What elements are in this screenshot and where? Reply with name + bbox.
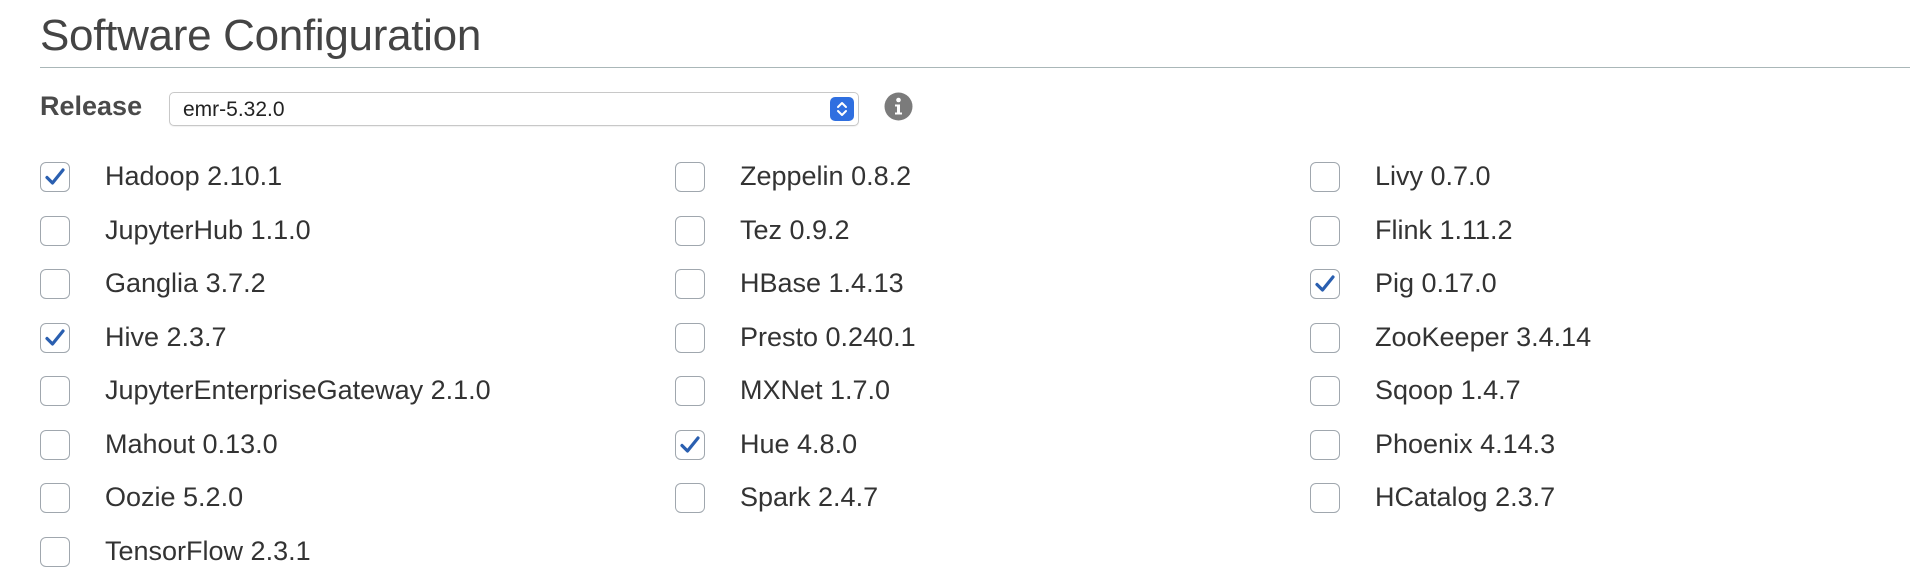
checkmark-icon [45, 328, 65, 346]
application-option[interactable]: Spark 2.4.7 [675, 480, 1275, 520]
application-label: Tez 0.9.2 [740, 214, 850, 245]
checkbox[interactable] [675, 376, 705, 406]
application-label: Sqoop 1.4.7 [1375, 375, 1521, 405]
application-option[interactable]: Mahout 0.13.0 [40, 427, 640, 467]
application-option[interactable]: ZooKeeper 3.4.14 [1310, 320, 1910, 360]
application-label: Hue 4.8.0 [740, 428, 858, 459]
application-label: Zeppelin 0.8.2 [740, 161, 912, 191]
application-option[interactable]: Ganglia 3.7.2 [40, 266, 640, 306]
application-label: Spark 2.4.7 [740, 482, 879, 512]
checkmark-icon [1315, 275, 1335, 292]
application-label: Hive 2.3.7 [105, 321, 227, 352]
application-label: Pig 0.17.0 [1375, 268, 1497, 298]
application-option[interactable]: TensorFlow 2.3.1 [40, 534, 640, 574]
application-label: Livy 0.7.0 [1375, 161, 1491, 191]
checkbox[interactable] [675, 162, 705, 192]
application-option[interactable]: JupyterEnterpriseGateway 2.1.0 [40, 373, 640, 413]
checkbox[interactable] [675, 269, 705, 299]
section-divider [40, 67, 1910, 68]
release-select[interactable]: emr-5.32.0 [169, 92, 859, 126]
application-label: Flink 1.11.2 [1375, 214, 1513, 245]
application-option[interactable]: Hue 4.8.0 [675, 427, 1275, 467]
application-option[interactable]: Phoenix 4.14.3 [1310, 427, 1910, 467]
checkbox[interactable] [1310, 269, 1340, 299]
checkbox[interactable] [675, 322, 705, 353]
select-arrows-icon [830, 97, 854, 121]
checkbox[interactable] [40, 536, 70, 567]
section-title: Software Configuration [40, 11, 481, 60]
checkbox[interactable] [40, 269, 70, 299]
application-option[interactable]: Tez 0.9.2 [675, 213, 1275, 253]
application-option[interactable]: MXNet 1.7.0 [675, 373, 1275, 413]
application-option[interactable]: Livy 0.7.0 [1310, 159, 1910, 199]
checkbox[interactable] [1310, 429, 1340, 460]
application-label: MXNet 1.7.0 [740, 375, 891, 405]
application-option[interactable]: Sqoop 1.4.7 [1310, 373, 1910, 413]
application-option[interactable]: Hive 2.3.7 [40, 320, 640, 360]
application-option[interactable]: Presto 0.240.1 [675, 320, 1275, 360]
application-label: Ganglia 3.7.2 [105, 268, 266, 298]
checkbox[interactable] [1310, 483, 1340, 513]
info-icon[interactable] [884, 92, 913, 121]
checkbox[interactable] [40, 483, 70, 513]
release-select-value: emr-5.32.0 [183, 98, 285, 121]
application-label: Oozie 5.2.0 [105, 482, 244, 512]
application-option[interactable]: Zeppelin 0.8.2 [675, 159, 1275, 199]
checkbox[interactable] [40, 215, 70, 246]
application-option[interactable]: Hadoop 2.10.1 [40, 159, 640, 199]
checkbox[interactable] [1310, 322, 1340, 353]
release-label: Release [40, 91, 143, 121]
application-label: JupyterEnterpriseGateway 2.1.0 [105, 375, 491, 405]
application-label: Presto 0.240.1 [740, 321, 916, 352]
checkbox[interactable] [1310, 376, 1340, 406]
application-option[interactable]: Pig 0.17.0 [1310, 266, 1910, 306]
application-label: TensorFlow 2.3.1 [105, 535, 311, 566]
checkmark-icon [45, 168, 65, 185]
application-label: HBase 1.4.13 [740, 268, 904, 298]
application-label: Mahout 0.13.0 [105, 428, 278, 459]
application-option[interactable]: Flink 1.11.2 [1310, 213, 1910, 253]
application-label: Phoenix 4.14.3 [1375, 428, 1556, 459]
checkbox[interactable] [40, 429, 70, 460]
checkbox[interactable] [675, 429, 705, 460]
checkbox[interactable] [675, 483, 705, 513]
checkbox[interactable] [675, 215, 705, 246]
application-label: JupyterHub 1.1.0 [105, 214, 311, 245]
checkbox[interactable] [40, 322, 70, 353]
application-label: Hadoop 2.10.1 [105, 161, 283, 191]
application-label: ZooKeeper 3.4.14 [1375, 321, 1592, 352]
application-label: HCatalog 2.3.7 [1375, 482, 1556, 512]
application-option[interactable]: JupyterHub 1.1.0 [40, 213, 640, 253]
checkbox[interactable] [40, 162, 70, 192]
checkbox[interactable] [1310, 162, 1340, 192]
application-option[interactable]: HBase 1.4.13 [675, 266, 1275, 306]
application-option[interactable]: Oozie 5.2.0 [40, 480, 640, 520]
checkbox[interactable] [40, 376, 70, 406]
checkbox[interactable] [1310, 215, 1340, 246]
application-option[interactable]: HCatalog 2.3.7 [1310, 480, 1910, 520]
checkmark-icon [680, 435, 700, 453]
